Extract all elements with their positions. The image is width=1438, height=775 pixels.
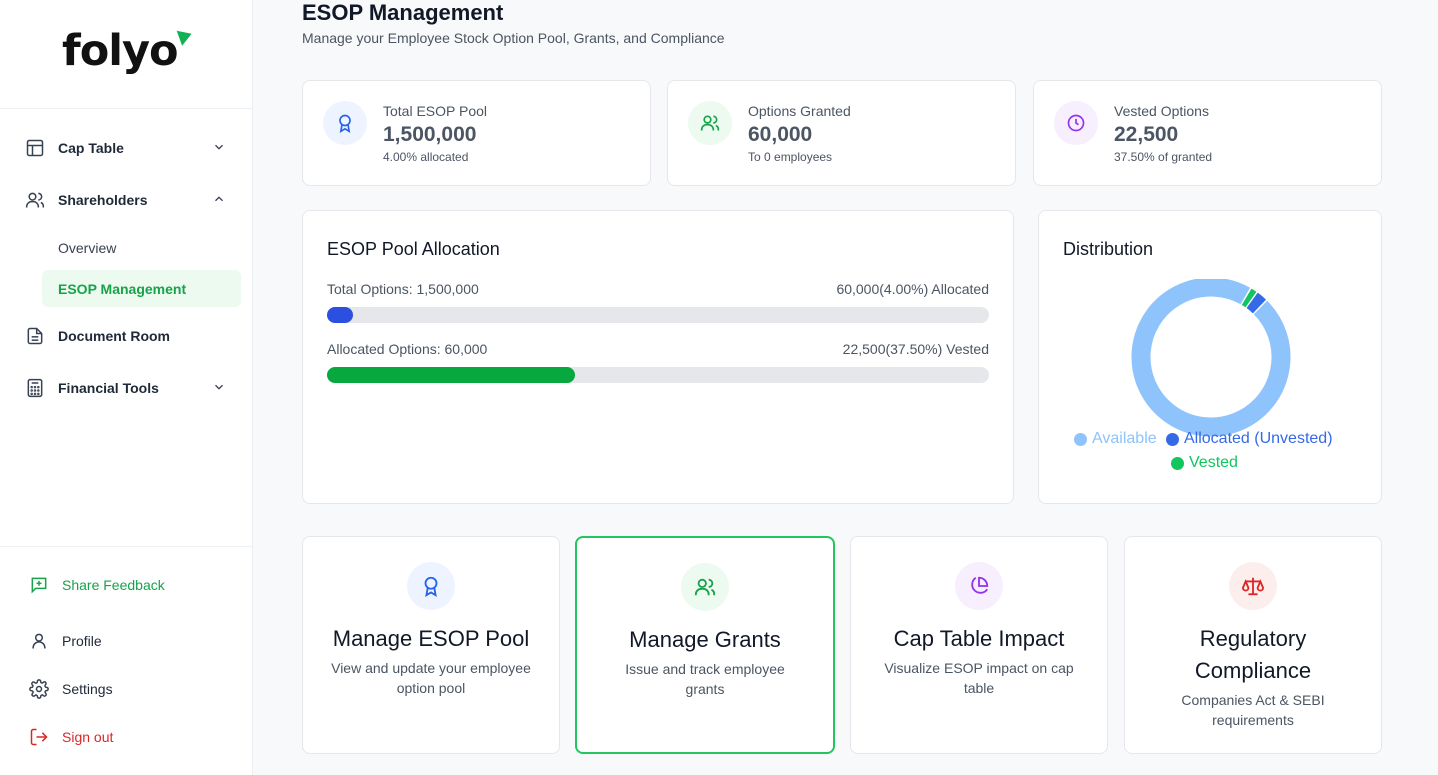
- action-title: Manage ESOP Pool: [332, 626, 530, 651]
- pie-chart-icon: [955, 562, 1003, 610]
- page-title: ESOP Management: [302, 0, 504, 25]
- users-icon: [681, 563, 729, 611]
- action-description: Visualize ESOP impact on cap table: [884, 660, 1074, 696]
- stat-card-total-esop-pool: Total ESOP Pool 1,500,000 4.00% allocate…: [302, 80, 651, 186]
- scrollbar[interactable]: [1432, 30, 1438, 775]
- legend-item-allocated-unvested[interactable]: Allocated (Unvested): [1166, 430, 1333, 448]
- legend-item-available[interactable]: Available: [1074, 430, 1157, 448]
- esop-pool-allocation-panel: ESOP Pool Allocation Total Options: 1,50…: [302, 210, 1014, 504]
- page-subtitle: Manage your Employee Stock Option Pool, …: [302, 30, 725, 46]
- action-description: Issue and track employee grants: [625, 661, 785, 697]
- panel-title: ESOP Pool Allocation: [327, 239, 500, 259]
- sidebar-item-label: Document Room: [58, 328, 170, 344]
- stat-value: 1,500,000: [383, 123, 477, 146]
- regulatory-compliance-card[interactable]: Regulatory Compliance Companies Act & SE…: [1124, 536, 1382, 754]
- sidebar-item-document-room[interactable]: Document Room: [24, 320, 234, 352]
- manage-grants-card[interactable]: Manage Grants Issue and track employee g…: [575, 536, 835, 754]
- allocated-progress-fill: [327, 307, 354, 323]
- share-feedback-button[interactable]: Share Feedback: [28, 571, 165, 599]
- legend-dot: [1166, 432, 1179, 446]
- sidebar-divider: [0, 108, 253, 109]
- sidebar-subitem-label: ESOP Management: [58, 280, 187, 297]
- table-icon: [24, 137, 46, 159]
- user-icon: [28, 630, 50, 652]
- folyo-logo[interactable]: folyo: [62, 26, 194, 78]
- stat-label: Options Granted: [748, 103, 851, 119]
- sign-out-button[interactable]: Sign out: [28, 723, 113, 751]
- calculator-icon: [24, 377, 46, 399]
- legend-label: Available: [1092, 430, 1157, 447]
- legend-label: Vested: [1189, 454, 1238, 471]
- settings-label: Settings: [62, 681, 113, 697]
- stat-card-options-granted: Options Granted 60,000 To 0 employees: [667, 80, 1016, 186]
- legend-label: Allocated (Unvested): [1184, 430, 1333, 447]
- vested-progress-fill: [327, 367, 576, 383]
- sidebar-divider: [0, 546, 253, 547]
- award-icon: [323, 101, 367, 145]
- sidebar-item-shareholders[interactable]: Shareholders: [24, 184, 234, 216]
- scale-icon: [1229, 562, 1277, 610]
- sidebar-item-financial-tools[interactable]: Financial Tools: [24, 372, 234, 404]
- profile-label: Profile: [62, 633, 102, 649]
- donut-slice-allocated-unvested[interactable]: [1246, 292, 1267, 314]
- document-icon: [24, 325, 46, 347]
- users-icon: [24, 189, 46, 211]
- action-title: Manage Grants: [629, 627, 781, 652]
- cap-table-impact-card[interactable]: Cap Table Impact Visualize ESOP impact o…: [850, 536, 1108, 754]
- donut-slice-available[interactable]: [1131, 279, 1291, 437]
- settings-button[interactable]: Settings: [28, 675, 113, 703]
- action-title: Regulatory Compliance: [1194, 626, 1312, 683]
- profile-button[interactable]: Profile: [28, 627, 102, 655]
- sidebar-item-cap-table[interactable]: Cap Table: [24, 132, 234, 164]
- allocated-progress-bar: [327, 307, 989, 323]
- allocated-options-label: Allocated Options: 60,000: [327, 341, 488, 357]
- legend-item-vested[interactable]: Vested: [1171, 454, 1238, 472]
- sidebar-subitem-esop-management[interactable]: ESOP Management: [42, 270, 241, 307]
- manage-esop-pool-card[interactable]: Manage ESOP Pool View and update your em…: [302, 536, 560, 754]
- stat-sub: 37.50% of granted: [1114, 150, 1213, 164]
- chevron-down-icon[interactable]: [212, 380, 226, 397]
- sidebar-item-label: Financial Tools: [58, 380, 159, 396]
- distribution-donut-chart: [1131, 279, 1291, 437]
- vested-summary-label: 22,500(37.50%) Vested: [842, 341, 989, 357]
- logo-text: folyo: [62, 26, 179, 76]
- feedback-icon: [28, 574, 50, 596]
- stat-sub: To 0 employees: [748, 150, 833, 164]
- distribution-panel: Distribution Available Allocated (Unvest…: [1038, 210, 1382, 504]
- allocated-summary-label: 60,000(4.00%) Allocated: [836, 281, 989, 297]
- chevron-up-icon[interactable]: [212, 192, 226, 209]
- stat-value: 60,000: [748, 123, 813, 146]
- legend-dot: [1171, 456, 1184, 470]
- total-options-label: Total Options: 1,500,000: [327, 281, 479, 297]
- action-title: Cap Table Impact: [893, 626, 1065, 651]
- share-feedback-label: Share Feedback: [62, 577, 165, 593]
- stat-value: 22,500: [1114, 123, 1179, 146]
- sidebar-subitem-label: Overview: [58, 239, 117, 256]
- sidebar-item-label: Shareholders: [58, 192, 148, 208]
- sidebar-subitem-overview[interactable]: Overview: [42, 229, 241, 266]
- sign-out-label: Sign out: [62, 729, 114, 745]
- stat-card-vested-options: Vested Options 22,500 37.50% of granted: [1033, 80, 1382, 186]
- stat-label: Total ESOP Pool: [383, 103, 488, 119]
- donut-slice-vested[interactable]: [1241, 288, 1257, 308]
- legend-dot: [1074, 432, 1087, 446]
- clock-icon: [1054, 101, 1098, 145]
- sidebar: folyo Cap Table Shareholders Overview ES…: [0, 0, 253, 775]
- chevron-down-icon[interactable]: [212, 140, 226, 157]
- gear-icon: [28, 678, 50, 700]
- award-icon: [407, 562, 455, 610]
- logo-mark-icon: [176, 26, 194, 46]
- action-description: Companies Act & SEBI requirements: [1181, 692, 1325, 728]
- sidebar-item-label: Cap Table: [58, 140, 124, 156]
- action-description: View and update your employee option poo…: [331, 660, 531, 696]
- panel-title: Distribution: [1063, 239, 1154, 259]
- vested-progress-bar: [327, 367, 989, 383]
- users-icon: [688, 101, 732, 145]
- stat-sub: 4.00% allocated: [383, 150, 469, 164]
- stat-label: Vested Options: [1114, 103, 1209, 119]
- sign-out-icon: [28, 726, 50, 748]
